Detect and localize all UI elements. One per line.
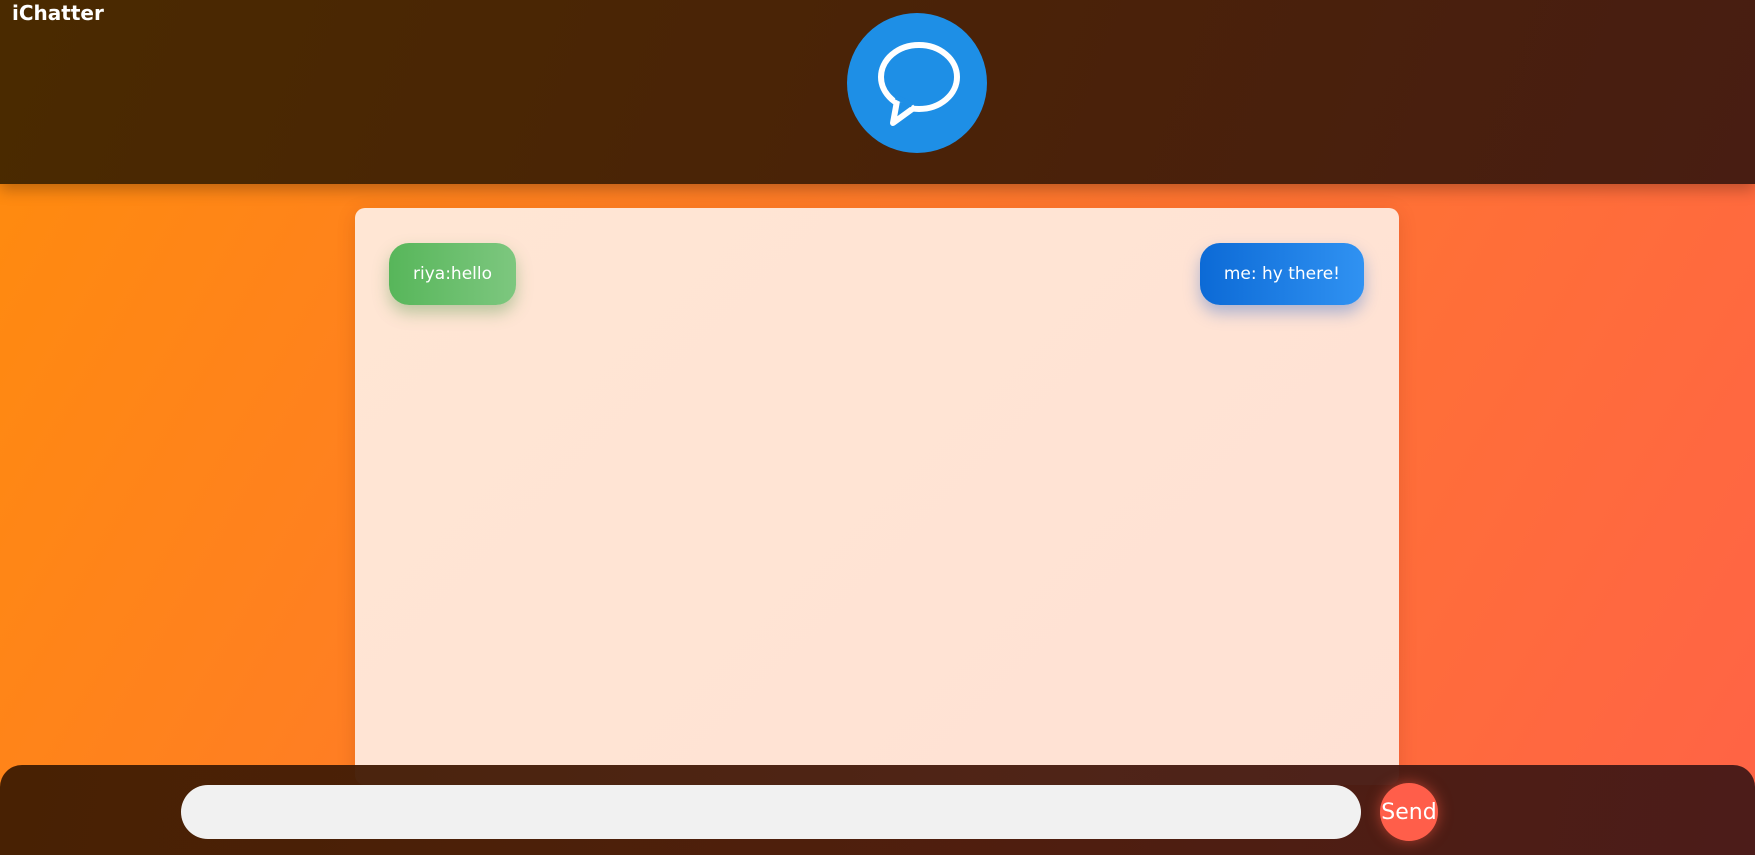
incoming-message: riya:hello [389,243,516,305]
top-navbar: iChatter [0,0,1755,184]
chat-bubble-icon [847,13,987,153]
send-button[interactable]: Send [1380,783,1438,841]
outgoing-message: me: hy there! [1199,243,1364,305]
chat-container: riya:hello me: hy there! [355,208,1399,785]
message-input[interactable] [181,785,1361,839]
composer-bar: Send [0,765,1755,855]
app-title: iChatter [12,1,104,25]
